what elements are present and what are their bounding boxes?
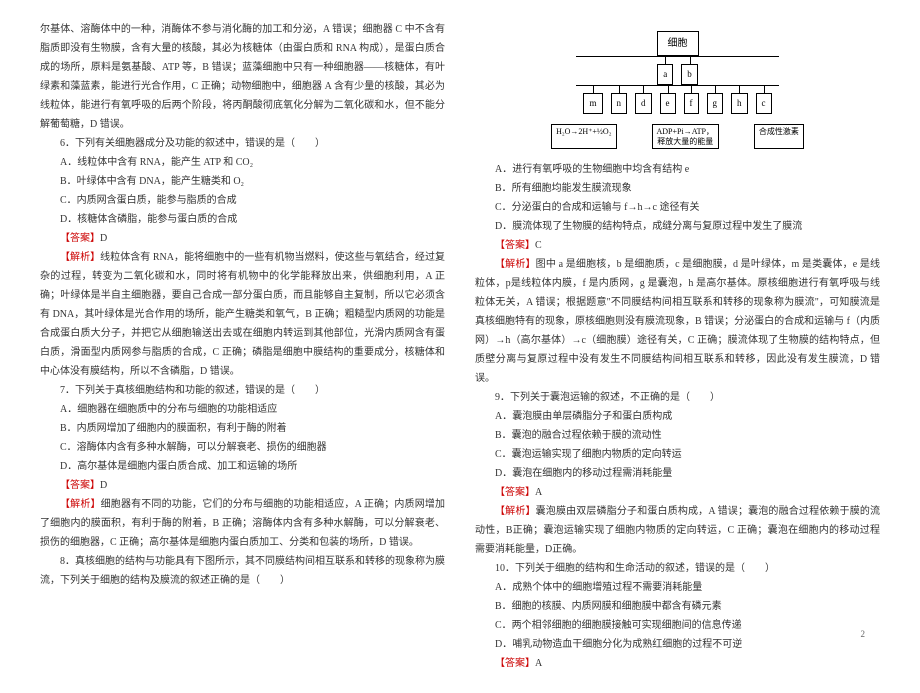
q6-analysis-text: 线粒体含有 RNA，能将细胞中的一些有机物当燃料，使这些与氧结合，经过复杂的过程… — [40, 252, 445, 377]
q8-choice-C: C．分泌蛋白的合成和运输与 f→h→c 途径有关 — [475, 198, 880, 217]
diagram-box-c: c — [756, 93, 772, 114]
diagram-box-a: a — [657, 64, 673, 85]
q8-stem: 8．真核细胞的结构与功能具有下图所示，其不同膜结构间相互联系和转移的现象称为膜流… — [40, 552, 445, 590]
q6-answer: D — [100, 233, 107, 244]
q10-choice-A: A．成熟个体中的细胞增殖过程不需要消耗能量 — [475, 578, 880, 597]
q10-answer: A — [535, 658, 542, 669]
q7-answer: D — [100, 480, 107, 491]
diagram: 细胞 a b m n d e f g h c H₂O→2H⁺+½O₂ — [475, 26, 880, 154]
q7-choice-D: D．高尔基体是细胞内蛋白质合成、加工和运输的场所 — [40, 457, 445, 476]
q8-analysis-text: 图中 a 是细胞核，b 是细胞质，c 是细胞膜，d 是叶绿体，m 是类囊体，e … — [475, 259, 880, 384]
q6-analysis: 【解析】线粒体含有 RNA，能将细胞中的一些有机物当燃料，使这些与氧结合，经过复… — [40, 248, 445, 381]
q9-choice-A: A．囊泡膜由单层磷脂分子和蛋白质构成 — [475, 407, 880, 426]
q6-choice-A: A．线粒体中含有 RNA，能产生 ATP 和 CO₂ — [40, 153, 445, 172]
q8-answer-line: 【答案】C — [475, 236, 880, 255]
diagram-row2: m n d e f g h c — [551, 93, 804, 114]
diagram-box-h: h — [731, 93, 748, 114]
intro-para: 尔基体、溶酶体中的一种，消酶体不参与消化酶的加工和分泌，A 错误；细胞器 C 中… — [40, 20, 445, 134]
q8-answer: C — [535, 240, 542, 251]
diagram-label-right: 合成性激素 — [754, 124, 804, 149]
page-number: 2 — [861, 626, 866, 643]
q7-analysis-label: 【解析】 — [60, 499, 101, 510]
q10-answer-label: 【答案】 — [495, 658, 535, 669]
q7-analysis-text: 细胞器有不同的功能，它们的分布与细胞的功能相适应，A 正确；内质网增加了细胞内的… — [40, 499, 445, 548]
q8-analysis: 【解析】图中 a 是细胞核，b 是细胞质，c 是细胞膜，d 是叶绿体，m 是类囊… — [475, 255, 880, 388]
diagram-labels: H₂O→2H⁺+½O₂ ADP+Pi→ATP， 释放大量的能量 合成性激素 — [551, 124, 804, 149]
q6-choice-C: C．内质网含蛋白质，能参与脂质的合成 — [40, 191, 445, 210]
q9-analysis-text: 囊泡膜由双层磷脂分子和蛋白质构成，A 错误；囊泡的融合过程依赖于膜的流动性，B正… — [475, 506, 880, 555]
q7-answer-line: 【答案】D — [40, 476, 445, 495]
q7-answer-label: 【答案】 — [60, 480, 100, 491]
q8-choice-B: B．所有细胞均能发生膜流现象 — [475, 179, 880, 198]
diagram-box-g: g — [707, 93, 724, 114]
q7-choice-A: A．细胞器在细胞质中的分布与细胞的功能相适应 — [40, 400, 445, 419]
q6-stem: 6．下列有关细胞器成分及功能的叙述中，错误的是（ ） — [40, 134, 445, 153]
q8-analysis-label: 【解析】 — [495, 259, 536, 270]
diagram-label-mid: ADP+Pi→ATP， 释放大量的能量 — [652, 124, 719, 149]
q8-answer-label: 【答案】 — [495, 240, 535, 251]
q6-choice-B: B．叶绿体中含有 DNA，能产生糖类和 O₂ — [40, 172, 445, 191]
q10-choice-C: C．两个相邻细胞的细胞膜接触可实现细胞间的信息传递 — [475, 616, 880, 635]
q6-choice-D: D．核糖体含磷脂，能参与蛋白质的合成 — [40, 210, 445, 229]
q7-choice-B: B．内质网增加了细胞内的膜面积，有利于酶的附着 — [40, 419, 445, 438]
q8-choice-A: A．进行有氧呼吸的生物细胞中均含有结构 e — [475, 160, 880, 179]
q7-analysis: 【解析】细胞器有不同的功能，它们的分布与细胞的功能相适应，A 正确；内质网增加了… — [40, 495, 445, 552]
q9-analysis: 【解析】囊泡膜由双层磷脂分子和蛋白质构成，A 错误；囊泡的融合过程依赖于膜的流动… — [475, 502, 880, 559]
q9-analysis-label: 【解析】 — [495, 506, 536, 517]
q9-answer: A — [535, 487, 542, 498]
right-column: 细胞 a b m n d e f g h c H₂O→2H⁺+½O₂ — [475, 20, 880, 673]
diagram-box-e: e — [660, 93, 676, 114]
diagram-row1: a b — [551, 64, 804, 85]
q9-choice-B: B．囊泡的融合过程依赖于膜的流动性 — [475, 426, 880, 445]
q7-choice-C: C．溶酶体内含有多种水解酶，可以分解衰老、损伤的细胞器 — [40, 438, 445, 457]
q6-answer-line: 【答案】D — [40, 229, 445, 248]
q7-stem: 7．下列关于真核细胞结构和功能的叙述，错误的是（ ） — [40, 381, 445, 400]
q10-stem: 10．下列关于细胞的结构和生命活动的叙述，错误的是（ ） — [475, 559, 880, 578]
q9-choice-C: C．囊泡运输实现了细胞内物质的定向转运 — [475, 445, 880, 464]
q8-choice-D: D．膜流体现了生物膜的结构特点，成缝分离与复原过程中发生了膜流 — [475, 217, 880, 236]
diagram-box-b: b — [681, 64, 698, 85]
diagram-label-left: H₂O→2H⁺+½O₂ — [551, 124, 616, 149]
q9-answer-label: 【答案】 — [495, 487, 535, 498]
diagram-box-m: m — [583, 93, 602, 114]
diagram-box-f: f — [684, 93, 699, 114]
q10-answer-line: 【答案】A — [475, 654, 880, 673]
q6-analysis-label: 【解析】 — [60, 252, 100, 263]
q6-answer-label: 【答案】 — [60, 233, 100, 244]
left-column: 尔基体、溶酶体中的一种，消酶体不参与消化酶的加工和分泌，A 错误；细胞器 C 中… — [40, 20, 445, 673]
q10-choice-B: B．细胞的核膜、内质网膜和细胞膜中都含有磷元素 — [475, 597, 880, 616]
q10-choice-D: D．哺乳动物造血干细胞分化为成熟红细胞的过程不可逆 — [475, 635, 880, 654]
q9-stem: 9．下列关于囊泡运输的叙述，不正确的是（ ） — [475, 388, 880, 407]
q9-answer-line: 【答案】A — [475, 483, 880, 502]
q9-choice-D: D．囊泡在细胞内的移动过程需消耗能量 — [475, 464, 880, 483]
diagram-top-box: 细胞 — [657, 31, 699, 56]
diagram-box-d: d — [635, 93, 652, 114]
diagram-box-n: n — [611, 93, 628, 114]
